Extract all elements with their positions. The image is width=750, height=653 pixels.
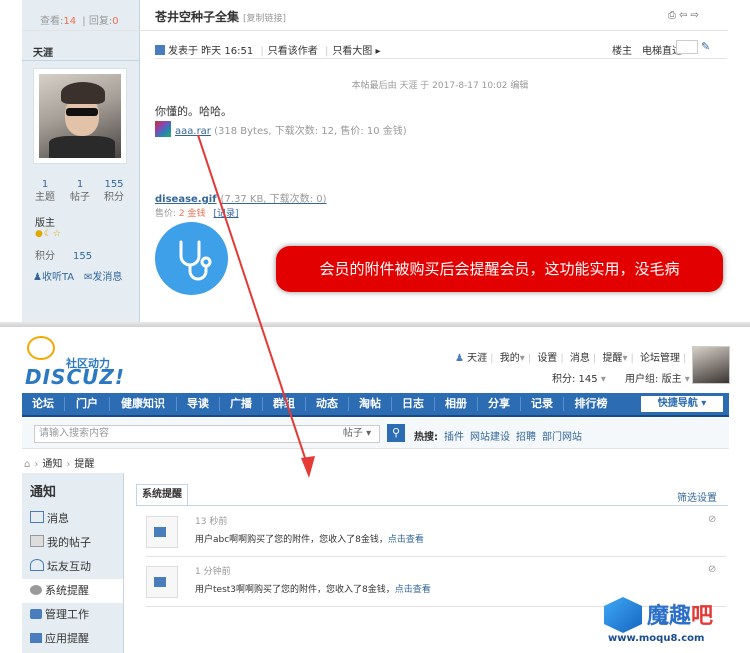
annotation-arrow xyxy=(197,134,315,478)
